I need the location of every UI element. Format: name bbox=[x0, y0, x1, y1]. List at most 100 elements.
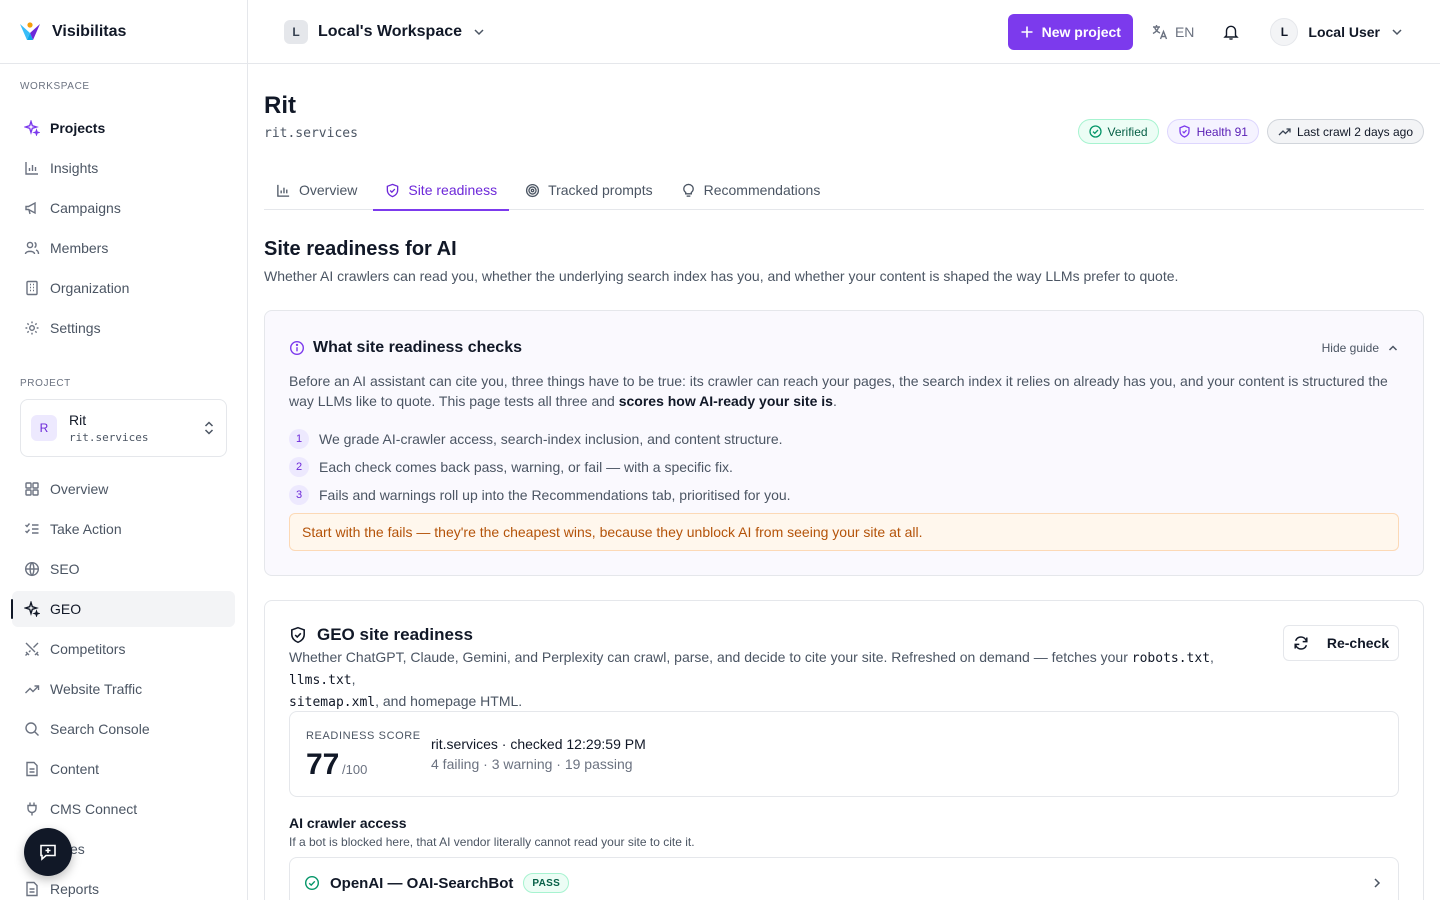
health-badge: Health 91 bbox=[1166, 119, 1259, 144]
step-text: We grade AI-crawler access, search-index… bbox=[319, 431, 783, 447]
notifications-button[interactable] bbox=[1222, 23, 1240, 41]
tab-recommendations[interactable]: Recommendations bbox=[669, 170, 833, 210]
search-icon bbox=[24, 721, 40, 737]
chevron-right-icon bbox=[1370, 876, 1384, 890]
chevron-up-icon bbox=[1387, 342, 1399, 354]
recheck-button[interactable]: Re-check bbox=[1283, 625, 1399, 661]
sidebar-item-label: Settings bbox=[50, 320, 101, 336]
brand[interactable]: Visibilitas bbox=[0, 0, 247, 64]
sidebar-item-overview[interactable]: Overview bbox=[12, 471, 235, 507]
sidebar-item-label: Search Console bbox=[50, 721, 150, 737]
feedback-chat-button[interactable] bbox=[24, 828, 72, 876]
message-plus-icon bbox=[38, 842, 58, 862]
llms-txt-code: llms.txt bbox=[289, 673, 352, 688]
guide-description: Before an AI assistant can cite you, thr… bbox=[289, 371, 1389, 411]
sidebar-item-insights[interactable]: Insights bbox=[12, 150, 235, 186]
section-subtitle: Whether AI crawlers can read you, whethe… bbox=[264, 268, 1179, 284]
sidebar-item-members[interactable]: Members bbox=[12, 230, 235, 266]
step-text: Each check comes back pass, warning, or … bbox=[319, 459, 733, 475]
geo-readiness-card: GEO site readiness Whether ChatGPT, Clau… bbox=[264, 600, 1424, 900]
geo-desc-part: Whether ChatGPT, Claude, Gemini, and Per… bbox=[289, 649, 1132, 665]
section-title: Site readiness for AI bbox=[264, 238, 457, 260]
trend-up-icon bbox=[1278, 125, 1291, 138]
step-number: 2 bbox=[289, 457, 309, 477]
grid-icon bbox=[24, 481, 40, 497]
sidebar-item-campaigns[interactable]: Campaigns bbox=[12, 190, 235, 226]
user-menu[interactable]: L Local User bbox=[1270, 17, 1404, 46]
visibilitas-logo-icon bbox=[18, 21, 42, 43]
shield-check-icon bbox=[385, 183, 400, 198]
plus-icon bbox=[1020, 25, 1034, 39]
sidebar-item-website-traffic[interactable]: Website Traffic bbox=[12, 671, 235, 707]
step-number: 1 bbox=[289, 429, 309, 449]
health-label: Health 91 bbox=[1196, 124, 1248, 139]
status-badge: PASS bbox=[523, 873, 570, 893]
project-switcher[interactable]: R Rit rit.services bbox=[20, 399, 227, 457]
shield-check-icon bbox=[289, 626, 307, 644]
workspace-avatar: L bbox=[284, 19, 308, 44]
bell-icon bbox=[1222, 23, 1240, 41]
guide-step: 3 Fails and warnings roll up into the Re… bbox=[289, 481, 791, 509]
project-avatar: R bbox=[31, 415, 57, 441]
sidebar-item-cms-connect[interactable]: CMS Connect bbox=[12, 791, 235, 827]
sidebar-item-organization[interactable]: Organization bbox=[12, 270, 235, 306]
sidebar-item-label: Website Traffic bbox=[50, 681, 143, 697]
workspace-section-label: WORKSPACE bbox=[20, 81, 90, 92]
language-switcher[interactable]: EN bbox=[1151, 23, 1194, 41]
score-label: READINESS SCORE bbox=[306, 730, 421, 742]
translate-icon bbox=[1151, 23, 1169, 41]
sidebar-item-label: Overview bbox=[50, 481, 109, 497]
chevron-down-icon bbox=[1390, 25, 1404, 39]
sidebar: Visibilitas WORKSPACE Projects Insights … bbox=[0, 0, 248, 900]
guide-step: 2 Each check comes back pass, warning, o… bbox=[289, 453, 791, 481]
sidebar-item-search-console[interactable]: Search Console bbox=[12, 711, 235, 747]
sidebar-item-label: Competitors bbox=[50, 641, 126, 657]
verified-label: Verified bbox=[1107, 124, 1148, 139]
project-domain: rit.services bbox=[69, 431, 149, 444]
new-project-label: New project bbox=[1041, 23, 1121, 40]
verified-badge: Verified bbox=[1077, 119, 1159, 144]
tab-label: Tracked prompts bbox=[548, 182, 653, 198]
tab-label: Site readiness bbox=[408, 182, 498, 198]
sidebar-item-projects[interactable]: Projects bbox=[12, 110, 235, 146]
sidebar-item-competitors[interactable]: Competitors bbox=[12, 631, 235, 667]
brand-name: Visibilitas bbox=[52, 22, 127, 40]
geo-title: GEO site readiness bbox=[317, 625, 473, 644]
trend-up-icon bbox=[24, 681, 40, 697]
sidebar-item-settings[interactable]: Settings bbox=[12, 310, 235, 346]
geo-title-row: GEO site readiness bbox=[289, 625, 473, 645]
sidebar-item-label: Projects bbox=[50, 120, 106, 136]
tab-tracked-prompts[interactable]: Tracked prompts bbox=[513, 170, 665, 210]
tab-label: Overview bbox=[299, 182, 358, 198]
file-icon bbox=[24, 881, 40, 897]
sidebar-item-content[interactable]: Content bbox=[12, 751, 235, 787]
sidebar-item-label: SEO bbox=[50, 561, 80, 577]
sidebar-item-label: CMS Connect bbox=[50, 801, 138, 817]
new-project-button[interactable]: New project bbox=[1007, 13, 1133, 50]
gear-icon bbox=[24, 320, 40, 336]
tab-overview[interactable]: Overview bbox=[264, 170, 369, 210]
page-domain: rit.services bbox=[264, 126, 358, 141]
step-text: Fails and warnings roll up into the Reco… bbox=[319, 487, 791, 503]
last-crawl-badge: Last crawl 2 days ago bbox=[1266, 119, 1424, 144]
sidebar-item-geo[interactable]: GEO bbox=[11, 591, 235, 627]
crawler-check-row[interactable]: OpenAI — OAI-SearchBot PASS bbox=[289, 857, 1399, 900]
page-title: Rit bbox=[264, 92, 296, 119]
language-label: EN bbox=[1174, 23, 1195, 40]
score-max: /100 bbox=[342, 762, 368, 777]
guide-text-end: . bbox=[832, 393, 837, 409]
users-icon bbox=[24, 240, 40, 256]
user-avatar: L bbox=[1270, 17, 1299, 46]
hide-guide-button[interactable]: Hide guide bbox=[1322, 341, 1399, 355]
check-circle-icon bbox=[304, 875, 320, 891]
workspace-switcher[interactable]: L Local's Workspace bbox=[284, 19, 486, 44]
sparkles-icon bbox=[24, 120, 40, 136]
tab-site-readiness[interactable]: Site readiness bbox=[373, 170, 509, 211]
sidebar-item-label: Members bbox=[50, 240, 109, 256]
robots-txt-code: robots.txt bbox=[1131, 651, 1211, 666]
guide-title-row: What site readiness checks bbox=[289, 339, 522, 357]
chevron-up-down-icon bbox=[202, 420, 216, 436]
sidebar-item-take-action[interactable]: Take Action bbox=[12, 511, 235, 547]
step-number: 3 bbox=[289, 485, 309, 505]
sidebar-item-seo[interactable]: SEO bbox=[12, 551, 235, 587]
